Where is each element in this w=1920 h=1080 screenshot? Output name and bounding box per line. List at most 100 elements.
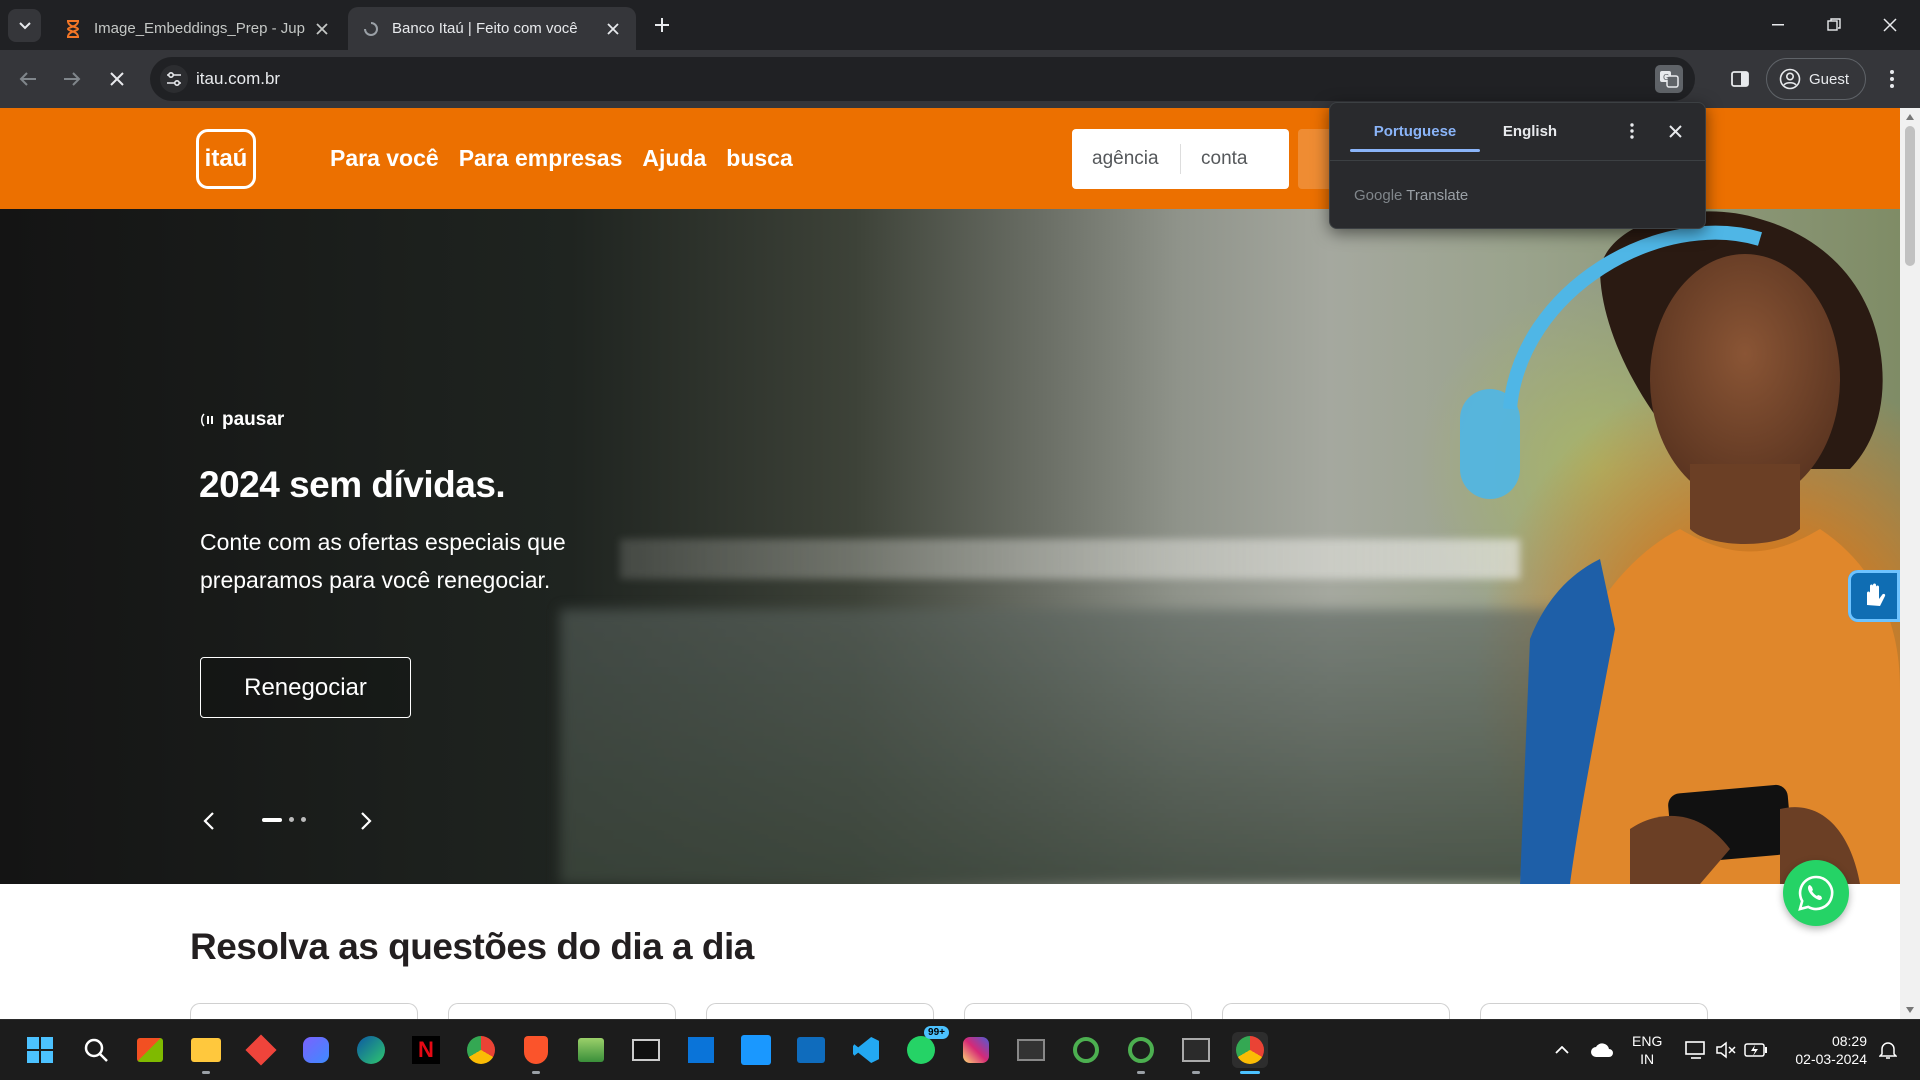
chevron-up-icon bbox=[1555, 1046, 1569, 1054]
chrome-app-active[interactable] bbox=[1232, 1032, 1268, 1074]
store-icon bbox=[137, 1038, 163, 1062]
scroll-thumb[interactable] bbox=[1905, 126, 1915, 266]
netflix-app[interactable]: N bbox=[408, 1032, 444, 1068]
nav-para-empresas[interactable]: Para empresas bbox=[459, 145, 623, 172]
stop-loading-button[interactable] bbox=[101, 63, 133, 95]
anydesk-app[interactable] bbox=[243, 1032, 279, 1068]
terminal-app-1[interactable] bbox=[628, 1032, 664, 1068]
edge-app[interactable] bbox=[353, 1032, 389, 1068]
close-window-button[interactable] bbox=[1862, 0, 1918, 50]
account-field[interactable]: conta bbox=[1181, 129, 1289, 189]
more-vert-icon bbox=[1890, 70, 1894, 88]
new-tab-button[interactable] bbox=[650, 13, 674, 37]
translate-button[interactable]: G bbox=[1655, 65, 1683, 93]
image-icon bbox=[578, 1038, 604, 1062]
nav-ajuda[interactable]: Ajuda bbox=[642, 145, 706, 172]
brand-translate: Translate bbox=[1406, 187, 1469, 204]
site-info-button[interactable] bbox=[160, 65, 188, 93]
search-icon bbox=[84, 1038, 108, 1062]
close-icon bbox=[1883, 18, 1897, 32]
background-bridge bbox=[620, 539, 1520, 579]
carousel-dot[interactable] bbox=[289, 817, 294, 822]
close-icon[interactable] bbox=[604, 20, 622, 38]
chrome-app[interactable] bbox=[463, 1032, 499, 1068]
pause-carousel-button[interactable]: pausar bbox=[200, 409, 284, 431]
cloud-icon bbox=[1591, 1043, 1613, 1057]
onedrive-button[interactable] bbox=[1584, 1032, 1620, 1068]
tab-target-language[interactable]: English bbox=[1480, 119, 1580, 144]
windows-taskbar: N 99+ ENG IN 08:29 02-03-2024 bbox=[0, 1019, 1920, 1080]
battery-button[interactable] bbox=[1738, 1032, 1774, 1068]
whatsapp-chat-button[interactable] bbox=[1783, 860, 1849, 926]
quick-action-card[interactable] bbox=[448, 1003, 676, 1019]
nav-busca[interactable]: busca bbox=[726, 145, 792, 172]
forward-button[interactable] bbox=[56, 63, 88, 95]
file-explorer-app[interactable] bbox=[188, 1032, 224, 1074]
start-button[interactable] bbox=[22, 1032, 58, 1068]
windows-app[interactable] bbox=[683, 1032, 719, 1068]
quick-action-card[interactable] bbox=[964, 1003, 1192, 1019]
outlook-app[interactable] bbox=[793, 1032, 829, 1068]
quick-action-card[interactable] bbox=[706, 1003, 934, 1019]
scroll-up-arrow[interactable] bbox=[1904, 111, 1916, 123]
vscode-app[interactable] bbox=[848, 1032, 884, 1068]
tab-source-language[interactable]: Portuguese bbox=[1350, 119, 1480, 144]
address-bar[interactable]: itau.com.br G bbox=[150, 57, 1695, 101]
minimize-button[interactable] bbox=[1750, 0, 1806, 50]
terminal-app-3[interactable] bbox=[1178, 1032, 1214, 1074]
itau-logo[interactable]: itaú bbox=[196, 129, 256, 189]
carousel-next-button[interactable] bbox=[352, 807, 380, 835]
instagram-app[interactable] bbox=[958, 1032, 994, 1068]
renegociar-button[interactable]: Renegociar bbox=[200, 657, 411, 718]
store-app[interactable] bbox=[132, 1032, 168, 1068]
agency-field[interactable]: agência bbox=[1072, 129, 1180, 189]
scroll-down-arrow[interactable] bbox=[1904, 1004, 1916, 1016]
back-button[interactable] bbox=[12, 63, 44, 95]
search-button[interactable] bbox=[78, 1032, 114, 1068]
tab-title: Banco Itaú | Feito com você bbox=[392, 20, 578, 37]
sign-language-button[interactable] bbox=[1848, 570, 1900, 622]
side-panel-button[interactable] bbox=[1724, 63, 1756, 95]
hero-person-image bbox=[1460, 211, 1900, 884]
browser-menu-button[interactable] bbox=[1880, 63, 1904, 95]
translate-options-button[interactable] bbox=[1620, 119, 1644, 143]
carousel-prev-button[interactable] bbox=[195, 807, 223, 835]
profile-button[interactable]: Guest bbox=[1766, 58, 1866, 100]
show-hidden-icons-button[interactable] bbox=[1544, 1032, 1580, 1068]
photos-app[interactable] bbox=[573, 1032, 609, 1068]
tab-itau[interactable]: Banco Itaú | Feito com você bbox=[348, 7, 636, 50]
loader-app-2[interactable] bbox=[1123, 1032, 1159, 1074]
terminal-app-2[interactable] bbox=[1013, 1032, 1049, 1068]
login-form: agência conta bbox=[1072, 129, 1289, 189]
hexagon-icon bbox=[303, 1037, 329, 1063]
quick-action-card[interactable] bbox=[1222, 1003, 1450, 1019]
quick-action-card[interactable] bbox=[190, 1003, 418, 1019]
more-vert-icon bbox=[1630, 123, 1634, 139]
notifications-button[interactable] bbox=[1870, 1032, 1906, 1068]
loading-icon bbox=[362, 20, 380, 38]
clock-date: 02-03-2024 bbox=[1795, 1051, 1867, 1067]
translate-close-button[interactable] bbox=[1663, 119, 1687, 143]
edge-icon bbox=[357, 1036, 385, 1064]
quick-action-card[interactable] bbox=[1480, 1003, 1708, 1019]
bell-icon bbox=[1879, 1042, 1897, 1059]
pause-label: pausar bbox=[222, 409, 285, 430]
system-clock[interactable]: 08:29 02-03-2024 bbox=[1785, 1032, 1867, 1068]
brave-app[interactable] bbox=[518, 1032, 554, 1074]
tab-jupyter[interactable]: Image_Embeddings_Prep - Jupyter bbox=[50, 7, 345, 50]
prime-video-app[interactable] bbox=[738, 1032, 774, 1068]
input-language-indicator[interactable]: ENG IN bbox=[1632, 1032, 1662, 1068]
nav-para-voce[interactable]: Para você bbox=[330, 145, 439, 172]
restore-button[interactable] bbox=[1806, 0, 1862, 50]
app-launcher[interactable] bbox=[298, 1032, 334, 1068]
quick-actions-row bbox=[190, 1003, 1708, 1019]
loader-app-1[interactable] bbox=[1068, 1032, 1104, 1068]
whatsapp-icon bbox=[907, 1036, 935, 1064]
carousel-dot[interactable] bbox=[301, 817, 306, 822]
page-scrollbar[interactable] bbox=[1900, 108, 1920, 1019]
carousel-dot[interactable] bbox=[262, 817, 282, 822]
prime-video-icon bbox=[741, 1035, 771, 1065]
tab-search-button[interactable] bbox=[8, 9, 41, 42]
close-icon[interactable] bbox=[313, 20, 331, 38]
whatsapp-app[interactable]: 99+ bbox=[903, 1026, 949, 1068]
